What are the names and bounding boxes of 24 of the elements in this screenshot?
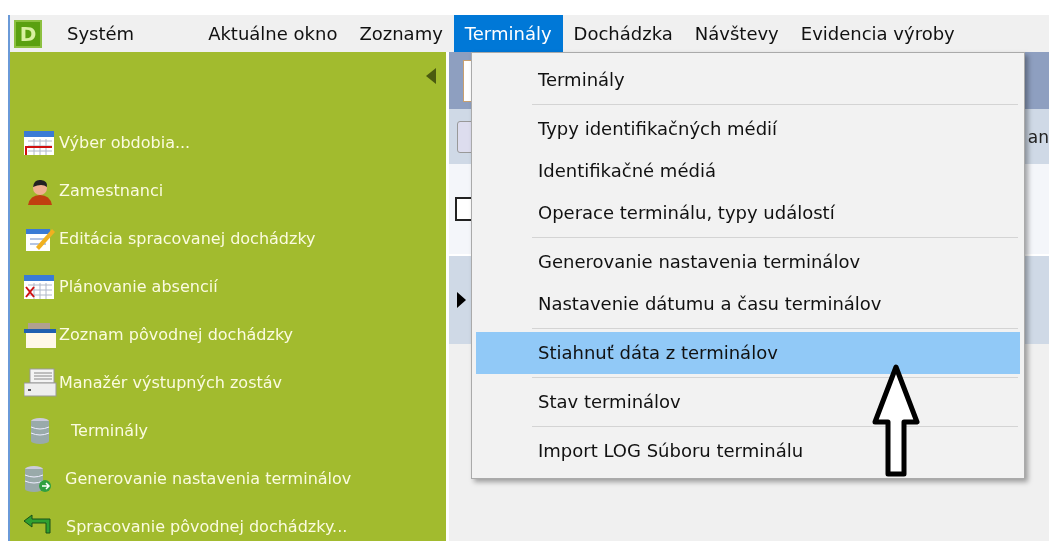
printer-icon — [24, 367, 58, 397]
menu-item[interactable]: Aktuálne okno — [197, 15, 349, 52]
menu-item[interactable]: Dochádzka — [562, 15, 684, 52]
menu-item[interactable]: Evidencia výroby — [789, 15, 966, 52]
menu-item[interactable]: Nastavenie dátumu a času terminálov — [476, 283, 1020, 325]
collapse-icon[interactable] — [426, 68, 436, 84]
menu-item[interactable]: Terminály — [453, 15, 563, 52]
database-icon — [24, 463, 54, 493]
column-header: an — [1027, 126, 1049, 147]
menu-item[interactable]: Stav terminálov — [476, 381, 1020, 423]
menu-item[interactable]: Identifikačné médiá — [476, 150, 1020, 192]
menu-item[interactable]: Import LOG Súboru terminálu — [476, 430, 1020, 472]
menu-item[interactable]: Generovanie nastavenia terminálov — [476, 241, 1020, 283]
menu-item[interactable]: Stiahnuť dáta z terminálov — [476, 332, 1020, 374]
menu-item[interactable]: Návštevy — [683, 15, 790, 52]
row-pointer-icon — [457, 292, 466, 308]
menu-item[interactable]: Operace terminálu, typy událostí — [476, 192, 1020, 234]
database-icon — [30, 415, 50, 445]
app-logo: D — [14, 19, 42, 48]
menu-item[interactable]: Systém — [56, 15, 146, 52]
up-arrow-icon — [871, 364, 921, 478]
menu-item[interactable]: Zoznamy — [348, 15, 454, 52]
menu-item[interactable]: Terminály — [476, 59, 1020, 101]
menu-item[interactable]: Typy identifikačných médií — [476, 108, 1020, 150]
